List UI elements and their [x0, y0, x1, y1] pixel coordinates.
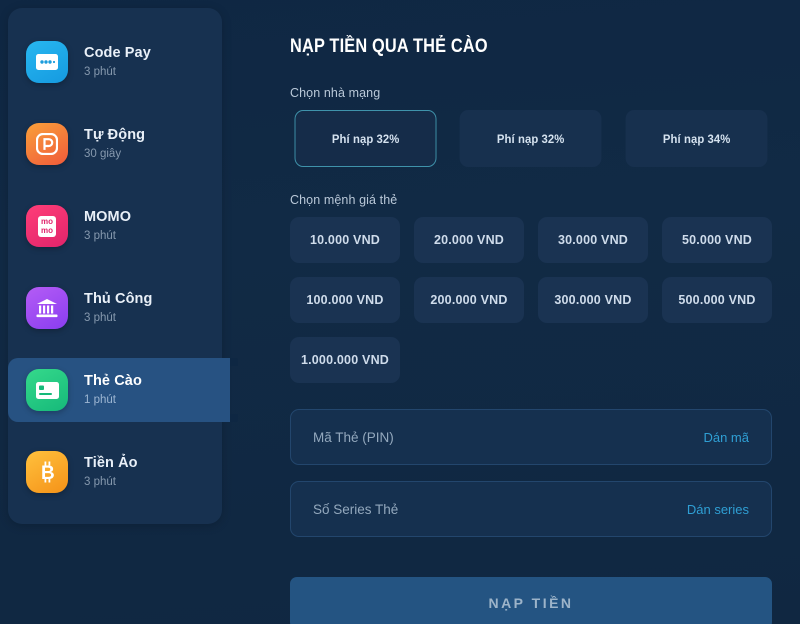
sidebar-item-label: Tiền Ảo: [84, 455, 138, 471]
sidebar-item-duration: 3 phút: [84, 312, 116, 324]
sidebar-item-duration: 30 giây: [84, 148, 122, 160]
momo-icon: mo mo: [26, 205, 68, 247]
payment-method-list: Code Pay 3 phút Tự Động 30 giây mo mo MO…: [8, 8, 238, 524]
denomination-option[interactable]: 300.000 VND: [538, 277, 648, 323]
app-root: Code Pay 3 phút Tự Động 30 giây mo mo MO…: [0, 0, 800, 624]
carrier-option-3[interactable]: Phí nạp 34%: [625, 110, 768, 167]
denomination-section-label: Chọn mệnh giá thẻ: [290, 193, 398, 207]
sidebar-item-label: Tự Động: [84, 127, 146, 143]
paste-serial-button[interactable]: Dán series: [687, 502, 749, 517]
sidebar-item-thu-cong[interactable]: Thủ Công 3 phút: [8, 276, 232, 340]
bitcoin-icon: B: [26, 451, 68, 493]
sidebar-item-code-pay[interactable]: Code Pay 3 phút: [8, 30, 232, 94]
carrier-section-label: Chọn nhà mạng: [290, 86, 381, 100]
pin-field-row: Dán mã: [290, 409, 772, 465]
sidebar-item-text: Code Pay 3 phút: [84, 44, 151, 80]
denomination-option[interactable]: 200.000 VND: [414, 277, 524, 323]
sidebar-item-duration: 3 phút: [84, 476, 116, 488]
denomination-option[interactable]: 100.000 VND: [290, 277, 400, 323]
momo-line-1: mo: [41, 216, 53, 226]
sidebar-item-text: Thủ Công 3 phút: [84, 290, 152, 326]
denomination-option[interactable]: 500.000 VND: [662, 277, 772, 323]
denomination-option[interactable]: 10.000 VND: [290, 217, 400, 263]
carrier-option-2[interactable]: Phí nạp 32%: [459, 110, 603, 167]
sidebar-item-label: MOMO: [84, 209, 132, 225]
sidebar-item-momo[interactable]: mo mo MOMO 3 phút: [8, 194, 232, 258]
sidebar-item-tien-ao[interactable]: B Tiền Ảo 3 phút: [8, 440, 232, 504]
sidebar-item-the-cao[interactable]: Thẻ Cào 1 phút: [8, 358, 238, 422]
momo-line-2: mo: [41, 225, 53, 235]
denomination-options: 10.000 VND 20.000 VND 30.000 VND 50.000 …: [290, 217, 772, 383]
p-logo-icon: [26, 123, 68, 165]
sidebar-item-text: Tiền Ảo 3 phút: [84, 454, 138, 490]
page-title: Nạp tiền qua thẻ cào: [290, 36, 488, 57]
sidebar-item-text: Tự Động 30 giây: [84, 126, 145, 162]
sidebar-item-duration: 3 phút: [84, 66, 116, 78]
serial-input[interactable]: [313, 501, 673, 517]
submit-deposit-button[interactable]: NẠP TIỀN: [290, 577, 772, 624]
sidebar-item-label: Thủ Công: [84, 291, 153, 307]
carrier-options: Phí nạp 32% Phí nạp 32% Phí nạp 34%: [290, 110, 772, 167]
sidebar-item-duration: 1 phút: [84, 394, 116, 406]
serial-field-row: Dán series: [290, 481, 772, 537]
sidebar-item-text: MOMO 3 phút: [84, 208, 131, 244]
bank-icon: [26, 287, 68, 329]
card-dots-icon: [26, 41, 68, 83]
svg-text:B: B: [41, 463, 55, 483]
momo-wordmark: mo mo: [38, 215, 56, 237]
sidebar-item-duration: 3 phút: [84, 230, 116, 242]
denomination-option[interactable]: 20.000 VND: [414, 217, 524, 263]
sidebar: Code Pay 3 phút Tự Động 30 giây mo mo MO…: [0, 0, 238, 624]
pin-input[interactable]: [313, 429, 690, 445]
denomination-option[interactable]: 50.000 VND: [662, 217, 772, 263]
carrier-option-1[interactable]: Phí nạp 32%: [294, 110, 437, 167]
sidebar-item-label: Thẻ Cào: [84, 373, 142, 389]
main-content: Nạp tiền qua thẻ cào Chọn nhà mạng Phí n…: [232, 0, 800, 624]
sidebar-item-text: Thẻ Cào 1 phút: [84, 372, 142, 408]
scratch-card-icon: [26, 369, 68, 411]
denomination-option[interactable]: 1.000.000 VND: [290, 337, 400, 383]
sidebar-item-tu-dong[interactable]: Tự Động 30 giây: [8, 112, 232, 176]
denomination-option[interactable]: 30.000 VND: [538, 217, 648, 263]
sidebar-item-label: Code Pay: [84, 45, 151, 61]
paste-pin-button[interactable]: Dán mã: [703, 430, 749, 445]
